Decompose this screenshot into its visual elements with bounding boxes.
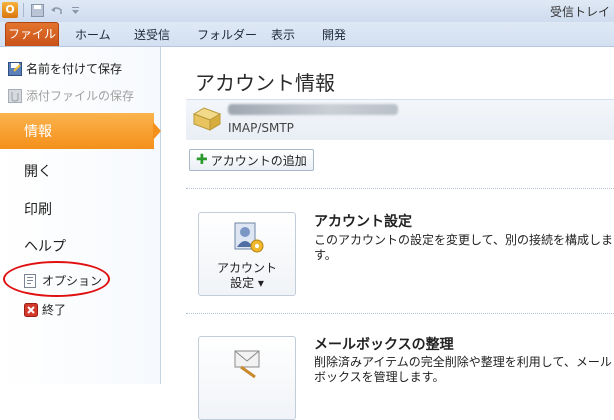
mailbox-cleanup-icon <box>231 345 265 382</box>
nav-print[interactable]: 印刷 <box>24 199 52 219</box>
add-account-button[interactable]: ✚ アカウントの追加 <box>189 149 314 171</box>
account-settings-icon <box>231 221 265 258</box>
account-selector[interactable]: IMAP/SMTP <box>186 99 614 140</box>
mailbox-cleanup-heading: メールボックスの整理 <box>314 337 454 353</box>
account-settings-description: このアカウントの設定を変更して、別の接続を構成します。 <box>314 233 614 262</box>
window-title: 受信トレイ <box>549 5 610 19</box>
tab-view[interactable]: 表示 <box>271 26 295 43</box>
tab-file[interactable]: ファイル <box>5 22 59 46</box>
account-settings-button-line2: 設定 ▾ <box>230 276 264 290</box>
main-content: アカウント情報 IMAP/SMTP ✚ アカウントの追加 アカウント 設定 ▾ … <box>161 47 614 420</box>
exit-label: 終了 <box>42 303 67 317</box>
title-bar: O 受信トレイ <box>0 0 614 22</box>
tab-send-receive[interactable]: 送受信 <box>134 26 170 43</box>
highlight-ellipse <box>3 261 110 297</box>
account-folder-icon <box>192 104 222 134</box>
exit-icon <box>24 302 38 317</box>
nav-open[interactable]: 開く <box>24 161 52 181</box>
save-attachments-command[interactable]: 添付ファイルの保存 <box>8 87 134 104</box>
tab-folder[interactable]: フォルダー <box>197 26 257 43</box>
save-icon[interactable] <box>29 2 45 18</box>
save-as-command[interactable]: 名前を付けて保存 <box>8 60 122 77</box>
save-as-label: 名前を付けて保存 <box>26 62 123 76</box>
qat-separator <box>23 3 24 17</box>
nav-info-label: 情報 <box>24 124 52 140</box>
mailbox-cleanup-description: 削除済みアイテムの完全削除や整理を利用して、メールボックスを管理します。 <box>314 355 612 384</box>
account-type: IMAP/SMTP <box>228 121 294 135</box>
tab-home[interactable]: ホーム <box>75 26 111 43</box>
tab-developer[interactable]: 開発 <box>322 26 346 43</box>
quick-access-toolbar: O <box>2 2 83 18</box>
selected-indicator-arrow <box>153 122 161 140</box>
backstage-nav: 名前を付けて保存 添付ファイルの保存 情報 開く 印刷 ヘルプ オプション 終了 <box>0 47 161 384</box>
nav-help[interactable]: ヘルプ <box>24 236 66 256</box>
undo-icon[interactable] <box>48 2 64 18</box>
customize-qat-icon[interactable] <box>67 2 83 18</box>
save-attachments-icon <box>8 88 22 103</box>
divider <box>186 313 614 314</box>
account-name-redacted <box>228 104 398 115</box>
save-attachments-label: 添付ファイルの保存 <box>26 89 135 103</box>
account-settings-button[interactable]: アカウント 設定 ▾ <box>198 212 296 296</box>
nav-info[interactable]: 情報 <box>0 113 154 149</box>
outlook-app-icon[interactable]: O <box>2 2 18 18</box>
page-title: アカウント情報 <box>195 71 335 95</box>
mailbox-cleanup-button[interactable] <box>198 336 296 420</box>
add-icon: ✚ <box>196 152 208 168</box>
ribbon-tab-bar: ファイル ホーム 送受信 フォルダー 表示 開発 <box>0 22 614 47</box>
add-account-label: アカウントの追加 <box>210 153 307 168</box>
exit-command[interactable]: 終了 <box>24 301 66 318</box>
account-settings-heading: アカウント設定 <box>314 214 412 230</box>
save-as-icon <box>8 61 22 76</box>
divider <box>186 188 614 189</box>
